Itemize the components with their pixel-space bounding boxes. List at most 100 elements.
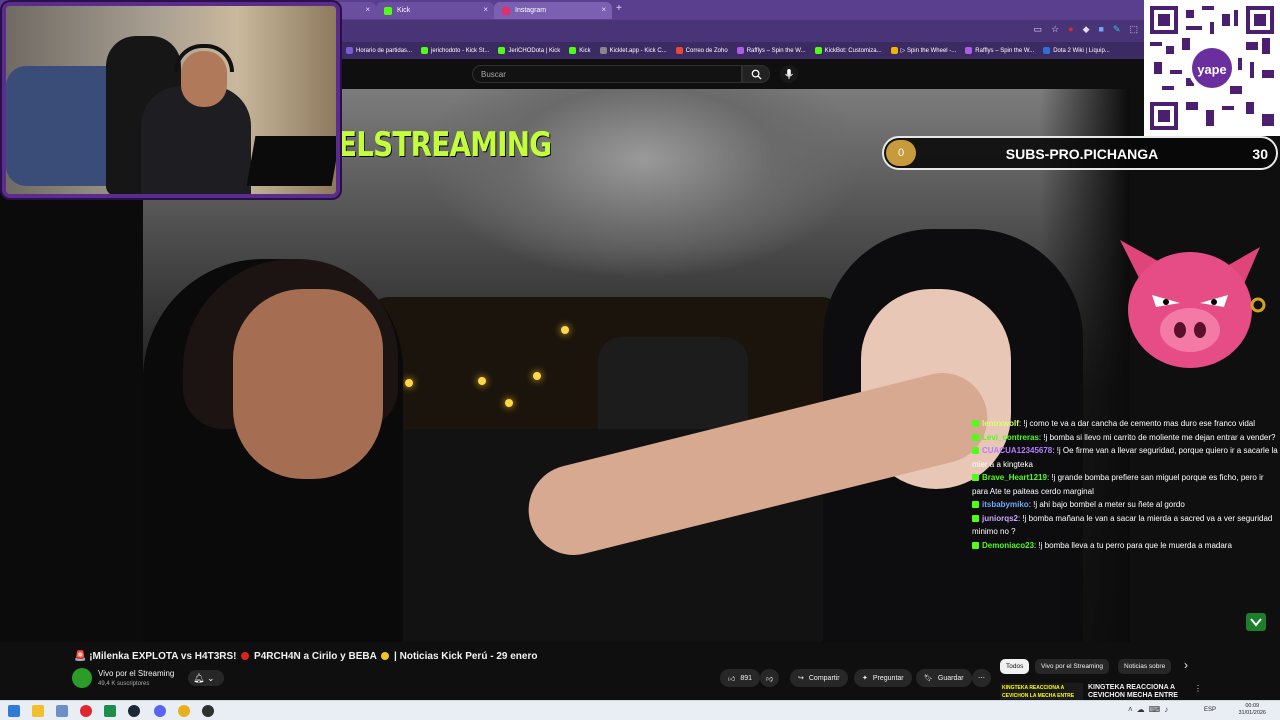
- voice-search-button[interactable]: [780, 65, 798, 83]
- chip-all[interactable]: Todos: [1000, 659, 1030, 674]
- down-chevron-icon: [1250, 618, 1262, 627]
- related-video-thumbnail[interactable]: KINGTEKA REACCIONA A CEVICHON LA MECHA E…: [1000, 683, 1083, 700]
- tab-close-icon[interactable]: ×: [601, 5, 606, 14]
- chrome-icon[interactable]: [178, 705, 190, 717]
- chat-text: : !j bomba si llevo mi carrito de molien…: [1038, 432, 1276, 442]
- chat-message: lenoxwolf: !j como te va a dar cancha de…: [972, 417, 1280, 431]
- star-icon[interactable]: ☆: [1051, 24, 1059, 35]
- extension-icon[interactable]: ■: [1099, 24, 1104, 35]
- qr-brand-label: yape: [1197, 62, 1226, 77]
- clock[interactable]: 00:09 31/01/2026: [1238, 703, 1266, 717]
- chip-news[interactable]: Noticias sobre: [1118, 659, 1172, 674]
- kick-badge-icon: [972, 420, 979, 427]
- extension-icon[interactable]: ●: [1068, 24, 1073, 35]
- windows-icon[interactable]: [8, 705, 20, 717]
- bookmark-item[interactable]: KickBot: Customiza...: [814, 47, 882, 54]
- bookmark-label: Rafflys – Spin the W...: [746, 47, 806, 54]
- search-input[interactable]: Buscar: [472, 65, 742, 83]
- clock-date: 31/01/2026: [1238, 710, 1266, 716]
- opera-icon[interactable]: [80, 705, 92, 717]
- chat-username: Demoniaco23: [982, 540, 1035, 550]
- bookmark-label: Rafflys – Spin the W...: [975, 47, 1035, 54]
- chat-text: : !j ahi bajo bombel a meter su ñete al …: [1028, 500, 1185, 509]
- more-icon: ⋯: [978, 675, 985, 682]
- bookmark-item[interactable]: ▷ Spin the Wheel -...: [890, 47, 957, 54]
- tab-label: Kick: [397, 7, 411, 14]
- thumbs-up-icon: 👍︎: [728, 675, 736, 683]
- share-label: Compartir: [808, 674, 840, 682]
- bookmark-item[interactable]: Kicklet.app - Kick C...: [599, 47, 667, 54]
- bookmark-item[interactable]: Kick: [569, 47, 591, 54]
- chat-username: juniorqs2: [982, 513, 1019, 523]
- obs-icon[interactable]: [202, 705, 214, 717]
- language-indicator[interactable]: ESP: [1204, 707, 1216, 713]
- bookmark-favicon-icon: [675, 47, 683, 54]
- channel-name[interactable]: Vivo por el Streaming: [98, 669, 174, 678]
- channel-avatar[interactable]: [72, 668, 92, 688]
- qr-code-icon: yape: [1150, 6, 1274, 130]
- chip-channel[interactable]: Vivo por el Streaming: [1035, 659, 1110, 674]
- discord-icon[interactable]: [154, 705, 166, 717]
- related-more-icon[interactable]: ⋮: [1194, 684, 1202, 693]
- green-overlay-icon: [1246, 613, 1266, 631]
- bookmark-label: Dota 2 Wiki | Liquip...: [1053, 47, 1110, 54]
- street-light: [478, 377, 486, 385]
- subscriber-count: 49,4 K suscriptores: [98, 681, 150, 687]
- bookmark-item[interactable]: Horario de partidas...: [346, 47, 412, 54]
- save-button[interactable]: 🔖︎ Guardar: [916, 669, 972, 687]
- bookmark-item[interactable]: Rafflys – Spin the W...: [965, 47, 1034, 54]
- bookmark-label: ▷ Spin the Wheel -...: [900, 48, 957, 54]
- notifications-button[interactable]: 🔔︎ ⌄: [188, 670, 224, 686]
- more-actions-button[interactable]: ⋯: [972, 669, 991, 687]
- chat-message: CUACUA12345678: !j Oe firme van a llevar…: [972, 444, 1280, 471]
- bookmark-item[interactable]: Correo de Zoho: [675, 47, 728, 54]
- ask-button[interactable]: ✦ Preguntar: [854, 669, 912, 687]
- chevron-down-icon: ⌄: [206, 673, 215, 683]
- chat-message: Brave_Heart1219: !j grande bomba prefier…: [972, 471, 1280, 498]
- extension-icon[interactable]: ✎: [1113, 24, 1121, 35]
- tab-close-icon[interactable]: ×: [365, 5, 370, 14]
- chips-next-button[interactable]: ›: [1184, 658, 1188, 672]
- like-button[interactable]: 👍︎ 891: [720, 669, 761, 687]
- kick-badge-icon: [972, 514, 979, 522]
- chat-message: Demoniaco23: !j bomba lleva a tu perro p…: [972, 539, 1280, 553]
- chat-message: juniorqs2: !j bomba mañana le van a saca…: [972, 512, 1280, 539]
- bookmark-favicon-icon: [599, 47, 607, 54]
- dislike-button[interactable]: 👎︎: [760, 669, 780, 687]
- extension-icon[interactable]: ◆: [1083, 24, 1090, 35]
- chat-username: itsbabymiko: [982, 500, 1029, 509]
- steam-icon[interactable]: [128, 705, 140, 717]
- related-video-title[interactable]: KINGTEKA REACCIONA A CEVICHON MECHA ENTR…: [1088, 684, 1198, 700]
- bookmark-label: KickBot: Customiza...: [824, 47, 882, 54]
- chat-message: itsbabymiko: !j ahi bajo bombel a meter …: [972, 498, 1280, 512]
- system-tray-icons[interactable]: ˄☁⌨♪: [1128, 705, 1172, 714]
- kick-badge-icon: [972, 541, 979, 549]
- chat-overlay: lenoxwolf: !j como te va a dar cancha de…: [972, 417, 1280, 552]
- new-tab-button[interactable]: +: [616, 3, 622, 14]
- bookmark-icon: 🔖︎: [924, 675, 933, 682]
- tab-kick[interactable]: Kick ×: [376, 2, 494, 19]
- bookmark-item[interactable]: Dota 2 Wiki | Liquip...: [1043, 47, 1110, 54]
- tab-close-icon[interactable]: ×: [483, 5, 488, 14]
- pig-mascot-icon: [1120, 240, 1266, 368]
- settings-icon[interactable]: [56, 705, 68, 717]
- search-button[interactable]: [742, 65, 770, 83]
- search-icon: [751, 69, 762, 80]
- bookmark-item[interactable]: JeriCHODota | Kick: [498, 47, 560, 54]
- red-circle-icon: [241, 652, 250, 660]
- chat-message: Levi_contreras: !j bomba si llevo mi car…: [972, 431, 1280, 445]
- puzzle-icon[interactable]: ⬚: [1129, 24, 1138, 35]
- save-label: Guardar: [937, 674, 964, 682]
- file-explorer-icon[interactable]: [32, 705, 44, 717]
- share-button[interactable]: ↪ Compartir: [790, 669, 848, 687]
- clock-time: 00:09: [1245, 703, 1260, 709]
- install-icon[interactable]: ▭: [1034, 24, 1043, 35]
- bookmark-item[interactable]: Rafflys – Spin the W...: [736, 47, 806, 54]
- windows-taskbar: ˄☁⌨♪ ESP 00:09 31/01/2026: [0, 700, 1280, 720]
- tab-instagram[interactable]: Instagram ×: [494, 2, 612, 19]
- excel-icon[interactable]: [104, 705, 116, 717]
- tab-label: Instagram: [515, 7, 547, 14]
- bookmark-item[interactable]: jerichodoto - Kick St...: [421, 47, 489, 54]
- kick-badge-icon: [972, 501, 979, 508]
- bookmark-favicon-icon: [498, 47, 506, 54]
